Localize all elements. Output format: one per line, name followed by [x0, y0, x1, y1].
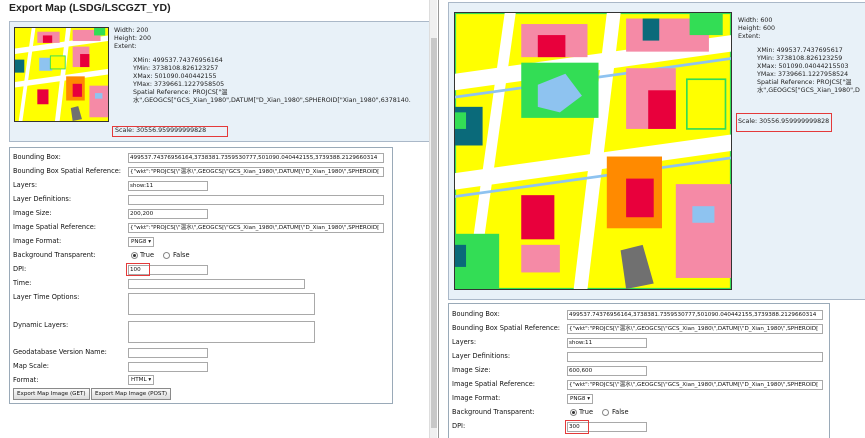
info-spatial-reference-cont: 水",GEOGCS["GCS_Xian_1980",D	[757, 87, 860, 94]
image-format-label: Image Format:	[452, 394, 501, 402]
bg-transparent-false-label: False	[612, 408, 629, 416]
image-format-select[interactable]: PNG8 ▾	[128, 237, 155, 247]
layer-defs-label: Layer Definitions:	[452, 352, 511, 360]
bg-transparent-true-label: True	[140, 251, 155, 259]
image-format-label: Image Format:	[13, 237, 62, 245]
bbox-sr-input[interactable]: {"wkt":"PROJCS[\"温水\",GEOGCS[\"GCS_Xian_…	[567, 324, 823, 334]
chevron-down-icon: ▾	[148, 239, 152, 245]
dpi-highlight	[126, 263, 150, 276]
info-xmin: XMin: 499537.7437695617	[757, 47, 843, 54]
info-scale: Scale: 30556.959999999828	[738, 118, 830, 125]
image-size-label: Image Size:	[452, 366, 491, 374]
info-height: Height: 600	[738, 25, 775, 32]
time-input[interactable]	[128, 279, 305, 289]
left-pane: Export Map (LSDG/LSCGZT_YD) Width: 200 H…	[0, 0, 437, 438]
bbox-sr-label: Bounding Box Spatial Reference:	[452, 324, 560, 332]
bg-transparent-true-radio[interactable]	[570, 409, 577, 416]
bg-transparent-false-label: False	[173, 251, 190, 259]
info-spatial-reference-cont: 水",GEOGCS["GCS_Xian_1980",DATUM["D_Xian_…	[133, 97, 411, 104]
right-pane: Width: 600 Height: 600 Extent: XMin: 499…	[438, 0, 865, 438]
layers-label: Layers:	[452, 338, 477, 346]
image-sr-input[interactable]: {"wkt":"PROJCS[\"温水\",GEOGCS[\"GCS_Xian_…	[567, 380, 823, 390]
image-size-label: Image Size:	[13, 209, 52, 217]
layer-time-label: Layer Time Options:	[13, 293, 80, 301]
bbox-input[interactable]: 499537.74376956164,3738381.7359530777,50…	[567, 310, 823, 320]
image-format-value: PNG8	[570, 396, 586, 402]
export-get-button[interactable]: Export Map Image (GET)	[13, 388, 90, 400]
info-spatial-reference: Spatial Reference: PROJCS["温	[757, 79, 852, 86]
map-scale-label: Map Scale:	[13, 362, 49, 370]
info-extent-label: Extent:	[738, 33, 761, 40]
image-sr-label: Image Spatial Reference:	[452, 380, 535, 388]
image-sr-input[interactable]: {"wkt":"PROJCS[\"温水\",GEOGCS[\"GCS_Xian_…	[128, 223, 384, 233]
dynamic-layers-label: Dynamic Layers:	[13, 321, 69, 329]
export-form: Bounding Box: 499537.74376956164,3738381…	[9, 147, 393, 404]
bg-transparent-true-radio[interactable]	[131, 252, 138, 259]
gdb-version-label: Geodatabase Version Name:	[13, 348, 107, 356]
bg-transparent-false-radio[interactable]	[163, 252, 170, 259]
left-scrollbar[interactable]	[429, 0, 437, 438]
bg-transparent-true-label: True	[579, 408, 594, 416]
format-label: Format:	[13, 376, 39, 384]
format-value: HTML	[131, 377, 147, 383]
info-ymin: YMin: 3738108.826123257	[133, 65, 219, 72]
image-format-value: PNG8	[131, 239, 147, 245]
gdb-version-input[interactable]	[128, 348, 208, 358]
layers-input[interactable]: show:11	[567, 338, 647, 348]
bbox-sr-label: Bounding Box Spatial Reference:	[13, 167, 121, 175]
info-width: Width: 600	[738, 17, 773, 24]
chevron-down-icon: ▾	[587, 396, 591, 402]
bbox-label: Bounding Box:	[13, 153, 61, 161]
map-scale-input[interactable]	[128, 362, 208, 372]
bg-transparent-label: Background Transparent:	[13, 251, 96, 259]
info-ymin: YMin: 3738108.826123259	[757, 55, 843, 62]
chevron-down-icon: ▾	[148, 377, 152, 383]
bbox-input[interactable]: 499537.74376956164,3738381.7359530777,50…	[128, 153, 384, 163]
info-ymax: YMax: 3739661.1227958505	[133, 81, 225, 88]
dpi-label: DPI:	[13, 265, 27, 273]
info-height: Height: 200	[114, 35, 151, 42]
map-image	[454, 12, 732, 290]
bg-transparent-false-radio[interactable]	[602, 409, 609, 416]
layer-defs-input[interactable]	[567, 352, 823, 362]
info-width: Width: 200	[114, 27, 149, 34]
export-form: Bounding Box: 499537.74376956164,3738381…	[448, 303, 830, 438]
image-size-input[interactable]: 200,200	[128, 209, 208, 219]
info-spatial-reference: Spatial Reference: PROJCS["温	[133, 89, 228, 96]
layers-input[interactable]: show:11	[128, 181, 208, 191]
image-sr-label: Image Spatial Reference:	[13, 223, 96, 231]
bbox-label: Bounding Box:	[452, 310, 500, 318]
dynamic-layers-textarea[interactable]	[128, 321, 315, 343]
layer-defs-input[interactable]	[128, 195, 384, 205]
left-scrollbar-thumb[interactable]	[431, 38, 437, 428]
image-format-select[interactable]: PNG8 ▾	[567, 394, 594, 404]
time-label: Time:	[13, 279, 32, 287]
map-thumbnail	[14, 27, 109, 122]
info-extent-label: Extent:	[114, 43, 137, 50]
info-ymax: YMax: 3739661.1227958524	[757, 71, 849, 78]
info-box: Width: 600 Height: 600 Extent: XMin: 499…	[448, 2, 865, 300]
dpi-highlight	[565, 420, 589, 434]
page-title: Export Map (LSDG/LSCGZT_YD)	[9, 2, 171, 14]
export-post-button[interactable]: Export Map Image (POST)	[91, 388, 172, 400]
info-box: Width: 200 Height: 200 Extent: XMin: 499…	[9, 21, 430, 142]
info-xmax: XMax: 501090.040442155	[133, 73, 217, 80]
layer-time-textarea[interactable]	[128, 293, 315, 315]
info-scale: Scale: 30556.959999999828	[115, 127, 207, 134]
image-size-input[interactable]: 600,600	[567, 366, 647, 376]
info-xmin: XMin: 499537.74376956164	[133, 57, 223, 64]
dpi-label: DPI:	[452, 422, 466, 430]
layer-defs-label: Layer Definitions:	[13, 195, 72, 203]
info-xmax: XMax: 501090.04044215503	[757, 63, 849, 70]
layers-label: Layers:	[13, 181, 38, 189]
format-select[interactable]: HTML ▾	[128, 375, 155, 385]
bbox-sr-input[interactable]: {"wkt":"PROJCS[\"温水\",GEOGCS[\"GCS_Xian_…	[128, 167, 384, 177]
bg-transparent-label: Background Transparent:	[452, 408, 535, 416]
